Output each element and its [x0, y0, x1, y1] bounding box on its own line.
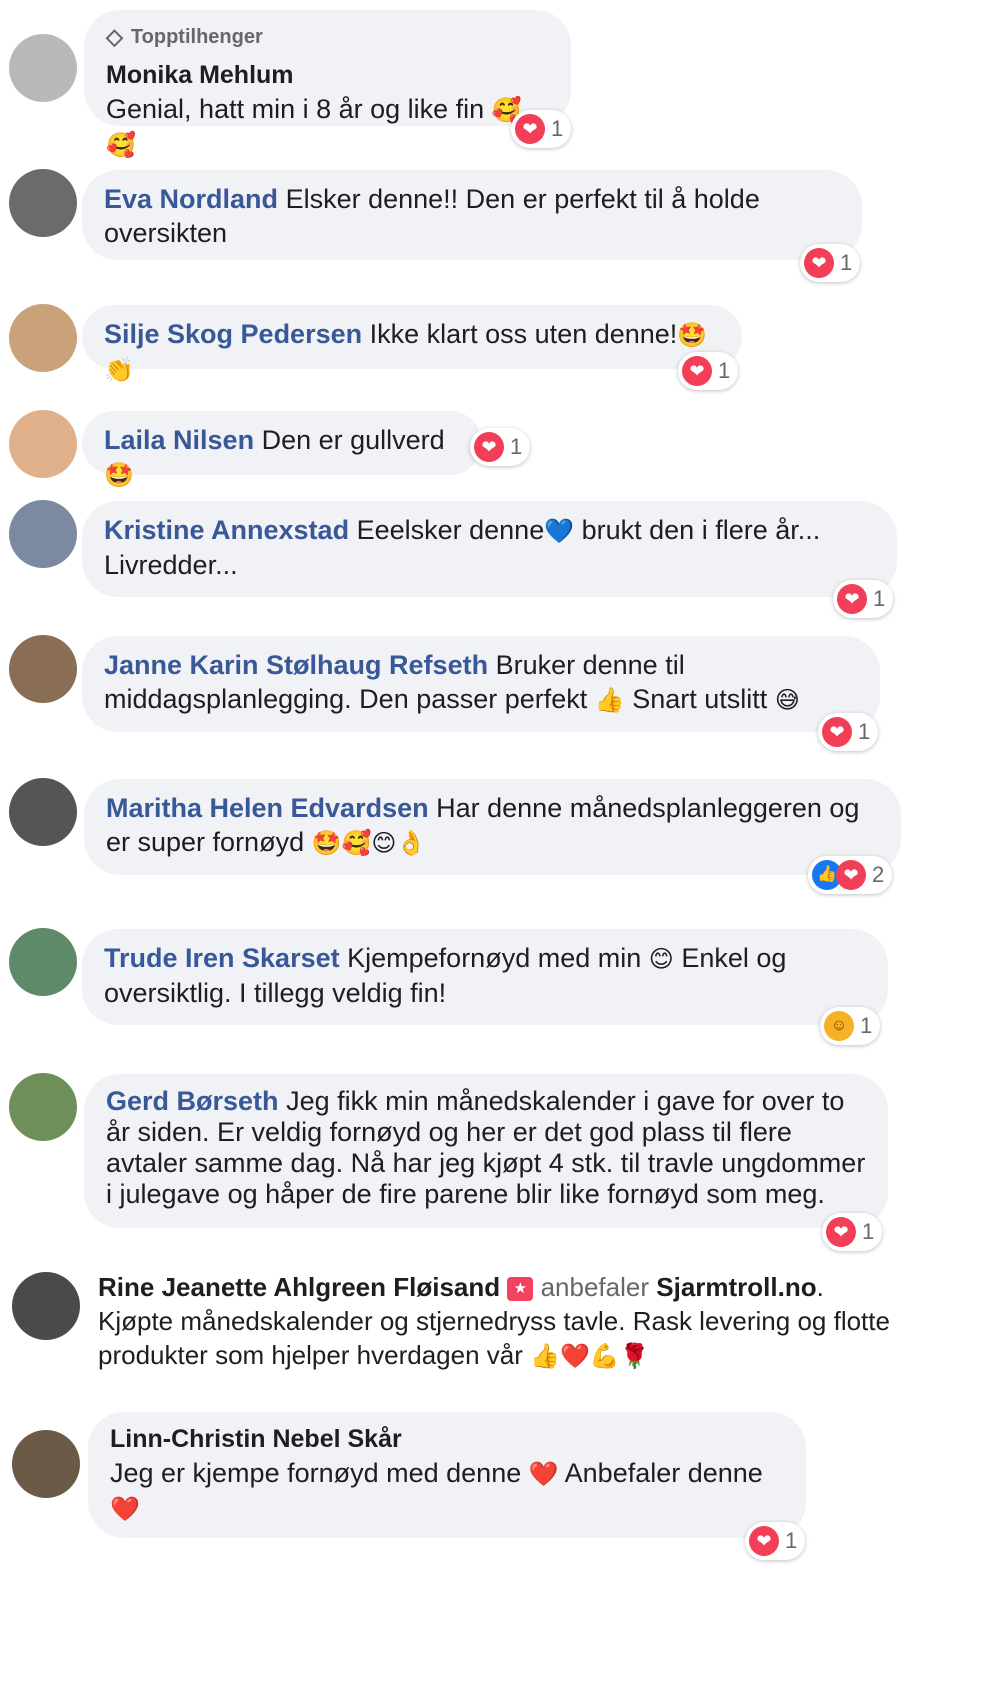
reaction-count: 1: [840, 250, 853, 275]
author-name[interactable]: Rine Jeanette Ahlgreen Fløisand: [98, 1272, 500, 1302]
comment-emoji: 😅: [774, 686, 800, 714]
love-reaction-icon: ❤: [474, 432, 504, 462]
reaction-summary[interactable]: ☺ 1: [820, 1007, 881, 1045]
comment-text: Genial, hatt min i 8 år og like fin: [106, 94, 485, 124]
love-reaction-icon: ❤: [749, 1526, 779, 1556]
reaction-summary[interactable]: ❤ 1: [822, 1213, 883, 1251]
recommend-verb: anbefaler: [540, 1272, 650, 1302]
author-name[interactable]: Maritha Helen Edvardsen: [106, 793, 429, 823]
recommend-star-icon: ★: [507, 1277, 534, 1302]
author-name[interactable]: Monika Mehlum: [106, 58, 549, 92]
reaction-count: 1: [873, 586, 886, 611]
comment-bubble: ◇ Topptilhenger Monika Mehlum Genial, ha…: [84, 10, 571, 159]
love-reaction-icon: ❤: [826, 1217, 856, 1247]
reaction-count: 1: [860, 1013, 873, 1038]
author-name[interactable]: Kristine Annexstad: [104, 515, 349, 545]
comment-text-cont: Anbefaler denne: [564, 1458, 763, 1488]
comment-emoji: 👍: [594, 686, 625, 714]
reaction-summary[interactable]: ❤ 1: [678, 352, 739, 390]
period: .: [816, 1272, 824, 1302]
reaction-count: 1: [718, 358, 731, 383]
reaction-summary[interactable]: ❤ 1: [745, 1522, 806, 1560]
badge-label: Topptilhenger: [130, 26, 263, 48]
avatar[interactable]: [9, 34, 77, 102]
author-name[interactable]: Janne Karin Stølhaug Refseth: [104, 650, 488, 680]
avatar[interactable]: [12, 1272, 80, 1340]
avatar[interactable]: [9, 1073, 77, 1141]
reaction-count: 2: [872, 862, 885, 887]
reaction-summary[interactable]: ❤ 1: [511, 110, 572, 148]
comment-text: Den er gullverd: [261, 425, 445, 455]
comment-emoji: 💙: [544, 517, 575, 545]
comment-emoji: 🤩🥰😊👌: [311, 829, 427, 857]
love-reaction-icon: ❤: [515, 114, 545, 144]
comment-text: Eeelsker denne: [356, 515, 545, 545]
love-reaction-icon: ❤: [822, 717, 852, 747]
author-name[interactable]: Laila Nilsen: [104, 425, 254, 455]
reaction-summary[interactable]: ❤ 1: [818, 713, 879, 751]
reaction-count: 1: [510, 434, 523, 459]
recommendation-content: Rine Jeanette Ahlgreen Fløisand ★ anbefa…: [98, 1270, 978, 1373]
love-reaction-icon: ❤: [837, 584, 867, 614]
author-name[interactable]: Silje Skog Pedersen: [104, 319, 362, 349]
comment-bubble: Maritha Helen Edvardsen Har denne måneds…: [84, 779, 901, 875]
recommendation-text: Kjøpte månedskalender og stjernedryss ta…: [98, 1306, 890, 1370]
comment-emoji: ❤️: [110, 1495, 140, 1523]
avatar[interactable]: [9, 778, 77, 846]
author-name[interactable]: Linn-Christin Nebel Skår: [110, 1422, 784, 1456]
author-name[interactable]: Gerd Børseth: [106, 1086, 279, 1116]
top-fan-badge: ◇ Topptilhenger: [106, 20, 549, 54]
comment-emoji: 🤩: [104, 461, 134, 489]
page-name[interactable]: Sjarmtroll.no: [656, 1272, 816, 1302]
avatar[interactable]: [9, 169, 77, 237]
comment-emoji: 👍❤️💪🌹: [530, 1342, 650, 1370]
comment-bubble: Linn-Christin Nebel Skår Jeg er kjempe f…: [88, 1412, 806, 1538]
comment-text-cont: Snart utslitt: [632, 684, 768, 714]
comment-text: Jeg er kjempe fornøyd med denne: [110, 1458, 522, 1488]
comment-bubble: Janne Karin Stølhaug Refseth Bruker denn…: [82, 636, 880, 732]
avatar[interactable]: [9, 635, 77, 703]
comment-bubble: Eva Nordland Elsker denne!! Den er perfe…: [82, 170, 862, 260]
reaction-count: 1: [862, 1219, 875, 1244]
comment-emoji: ❤️: [528, 1460, 559, 1488]
care-reaction-icon: ☺: [824, 1011, 854, 1041]
comment-bubble: Trude Iren Skarset Kjempefornøyd med min…: [82, 929, 888, 1025]
avatar[interactable]: [9, 928, 77, 996]
comment-bubble: Silje Skog Pedersen Ikke klart oss uten …: [82, 305, 742, 384]
comment-bubble: Gerd Børseth Jeg fikk min månedskalender…: [84, 1074, 888, 1228]
diamond-icon: ◇: [106, 24, 123, 49]
author-name[interactable]: Trude Iren Skarset: [104, 943, 340, 973]
avatar[interactable]: [9, 304, 77, 372]
comment-text: Ikke klart oss uten denne!: [369, 319, 678, 349]
love-reaction-icon: ❤: [836, 860, 866, 890]
comment-text: Kjempefornøyd med min: [347, 943, 642, 973]
avatar[interactable]: [9, 410, 77, 478]
reaction-summary[interactable]: 👍 ❤ 2: [808, 856, 893, 894]
comment-bubble: Laila Nilsen Den er gullverd 🤩: [82, 411, 482, 489]
love-reaction-icon: ❤: [804, 248, 834, 278]
reaction-summary[interactable]: ❤ 1: [833, 580, 894, 618]
author-name[interactable]: Eva Nordland: [104, 184, 278, 214]
comment-bubble: Kristine Annexstad Eeelsker denne💙 brukt…: [82, 501, 897, 597]
comment-emoji: 😊: [648, 945, 674, 973]
recommendation-header: Rine Jeanette Ahlgreen Fløisand ★ anbefa…: [98, 1270, 978, 1304]
reaction-summary[interactable]: ❤ 1: [800, 244, 861, 282]
reaction-count: 1: [858, 719, 871, 744]
reaction-count: 1: [785, 1528, 798, 1553]
reaction-count: 1: [551, 116, 564, 141]
avatar[interactable]: [12, 1430, 80, 1498]
avatar[interactable]: [9, 500, 77, 568]
reaction-summary[interactable]: ❤ 1: [470, 428, 531, 466]
love-reaction-icon: ❤: [682, 356, 712, 386]
